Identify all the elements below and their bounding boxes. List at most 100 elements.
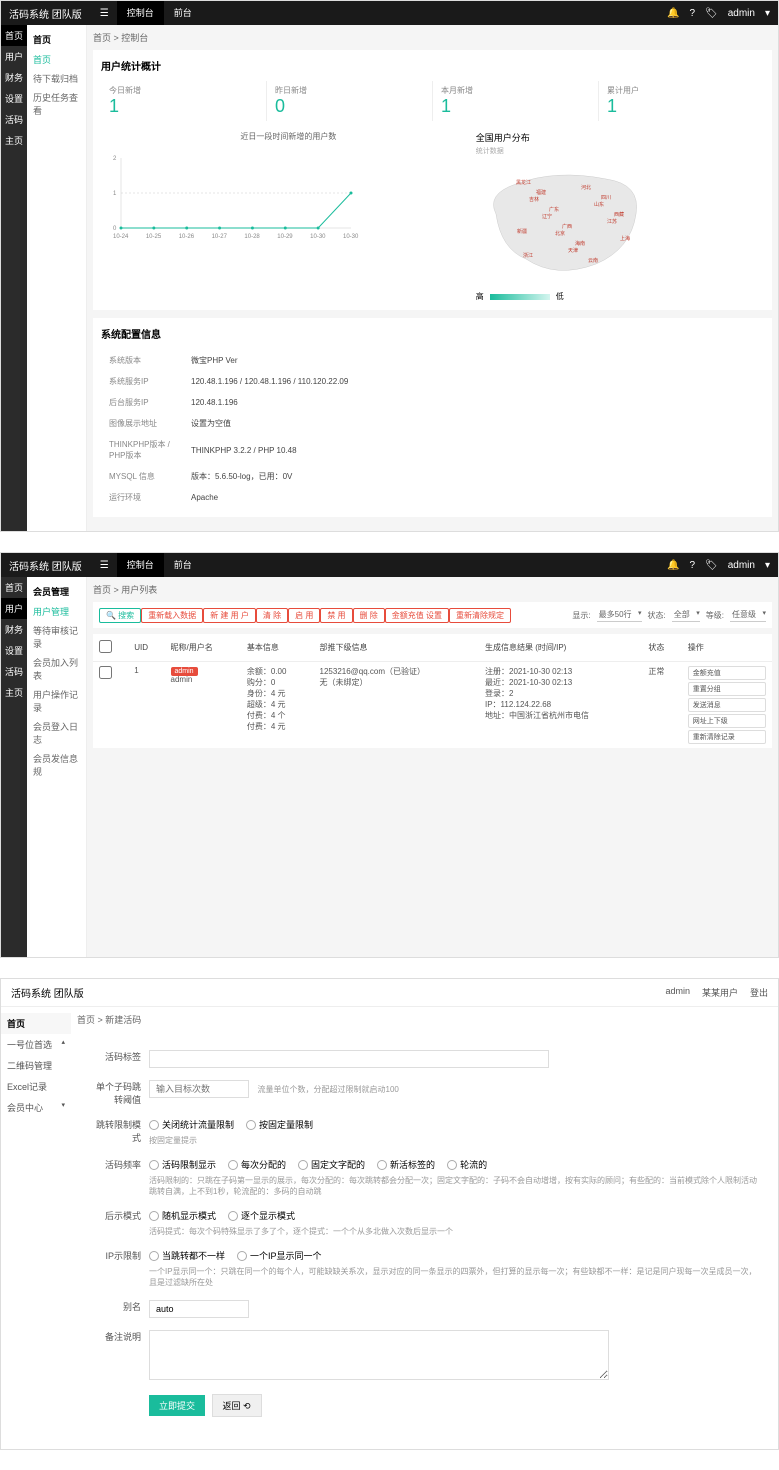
cancel-button[interactable]: 返回 ⟲ [212,1394,262,1417]
subnav-item[interactable]: 用户管理 [27,602,86,621]
radio-option[interactable]: 活码限制显示 [149,1158,216,1171]
nav-user[interactable]: 用户 [1,598,27,619]
sysinfo-val: THINKPHP 3.2.2 / PHP 10.48 [185,435,762,465]
chevron-down-icon[interactable]: ▾ [765,8,770,19]
toolbar-button[interactable]: 🔍 搜索 [99,608,141,623]
sidenav-item[interactable]: 二维码管理 [1,1055,71,1076]
toolbar-button[interactable]: 重新清除规定 [449,608,511,623]
sysinfo-key: 系统版本 [103,351,183,370]
row-action[interactable]: 重新清除记录 [688,730,766,744]
toolbar-button[interactable]: 删 除 [353,608,385,623]
main-nav: 首页 用户 财务 设置 活码 主页 [1,577,27,957]
radio-option[interactable]: 关闭统计流量限制 [149,1118,234,1131]
toolbar-button[interactable]: 禁 用 [320,608,352,623]
tag-icon[interactable]: 🏷 [705,560,718,571]
toolbar-button[interactable]: 金额充值 设置 [385,608,449,623]
nav-user[interactable]: 用户 [1,46,27,67]
subnav-item[interactable]: 会员发信息规 [27,749,86,781]
radio-icon [228,1160,238,1170]
column-header: 基本信息 [241,634,314,662]
toolbar: 🔍 搜索重新载入数据新 建 用 户清 除启 用禁 用删 除金额充值 设置重新清除… [93,602,772,628]
tab-front[interactable]: 前台 [164,553,202,577]
label-limit: 跳转限制模式 [89,1118,149,1144]
toolbar-button[interactable]: 清 除 [256,608,288,623]
user-menu[interactable]: admin [728,8,755,19]
tab-front[interactable]: 前台 [164,1,202,25]
radio-option[interactable]: 当跳转都不一样 [149,1249,225,1262]
chevron-down-icon[interactable]: ▾ [765,560,770,571]
svg-text:10-28: 10-28 [244,234,260,240]
radio-option[interactable]: 固定文字配的 [298,1158,365,1171]
radio-option[interactable]: 按固定量限制 [246,1118,313,1131]
hamburger-icon[interactable]: ☰ [100,8,109,19]
sidenav-item[interactable]: 会员中心▾ [1,1097,71,1118]
tag-icon[interactable]: 🏷 [705,8,718,19]
nav-settings[interactable]: 设置 [1,640,27,661]
sidenav-item[interactable]: Excel记录 [1,1076,71,1097]
toolbar-button[interactable]: 启 用 [288,608,320,623]
line-chart-svg: 0 1 2 10-2410-2510-2610-2710-2810-2910-3… [101,148,361,248]
row-checkbox[interactable] [99,666,112,679]
nav-finance[interactable]: 财务 [1,619,27,640]
row-action[interactable]: 金额充值 [688,666,766,680]
top-link-logout[interactable]: 登出 [750,986,768,999]
row-action[interactable]: 发送消息 [688,698,766,712]
help-icon[interactable]: ? [689,8,695,19]
radio-option[interactable]: 随机显示模式 [149,1209,216,1222]
toolbar-button[interactable]: 重新载入数据 [141,608,203,623]
checkbox-all[interactable] [99,640,112,653]
nav-livecode[interactable]: 活码 [1,661,27,682]
input-alias[interactable] [149,1300,249,1318]
radio-icon [228,1211,238,1221]
radio-option[interactable]: 每次分配的 [228,1158,286,1171]
sysinfo-table: 系统版本微宝PHP Ver系统服务IP120.48.1.196 / 120.48… [101,349,764,509]
help-icon[interactable]: ? [689,560,695,571]
user-menu[interactable]: admin [728,560,755,571]
sysinfo-key: 运行环境 [103,488,183,507]
tab-console[interactable]: 控制台 [117,1,164,25]
label-name: 活码标签 [89,1050,149,1063]
tab-console[interactable]: 控制台 [117,553,164,577]
nav-home[interactable]: 首页 [1,577,27,598]
nav-main[interactable]: 主页 [1,130,27,151]
subnav-item[interactable]: 待下载归档 [27,69,86,88]
radio-icon [447,1160,457,1170]
filter-vip-select[interactable]: 任意级 [730,608,766,622]
filter-status-select[interactable]: 全部 [672,608,700,622]
input-name[interactable] [149,1050,549,1068]
subnav-item[interactable]: 会员加入列表 [27,653,86,685]
stat-yesterday: 昨日新增 0 [267,81,433,121]
bell-icon[interactable]: 🔔 [667,8,679,19]
row-action[interactable]: 重置分组 [688,682,766,696]
nav-livecode[interactable]: 活码 [1,109,27,130]
subnav-item[interactable]: 历史任务查看 [27,88,86,120]
stat-value: 0 [275,96,424,117]
cell-basic: 余额：0.00购分：0身份：4 元超级：4 元付费：4 个付费：4 元 [241,662,314,749]
input-threshold[interactable] [149,1080,249,1098]
submit-button[interactable]: 立即提交 [149,1395,205,1416]
subnav-item[interactable]: 用户操作记录 [27,685,86,717]
stat-label: 今日新增 [109,85,258,96]
row-action[interactable]: 网址上下级 [688,714,766,728]
bell-icon[interactable]: 🔔 [667,560,679,571]
radio-option[interactable]: 逐个显示模式 [228,1209,295,1222]
radio-option[interactable]: 新活标签的 [377,1158,435,1171]
top-link-admin[interactable]: admin [665,986,690,999]
filter-show-select[interactable]: 最多50行 [597,608,642,622]
svg-text:上海: 上海 [620,235,630,242]
hamburger-icon[interactable]: ☰ [100,560,109,571]
legend-gradient [490,294,550,300]
top-link-user[interactable]: 某某用户 [702,986,738,999]
nav-home[interactable]: 首页 [1,25,27,46]
nav-finance[interactable]: 财务 [1,67,27,88]
subnav-item[interactable]: 首页 [27,50,86,69]
toolbar-button[interactable]: 新 建 用 户 [203,608,256,623]
subnav-item[interactable]: 会员登入日志 [27,717,86,749]
nav-main[interactable]: 主页 [1,682,27,703]
radio-option[interactable]: 轮流的 [447,1158,487,1171]
nav-settings[interactable]: 设置 [1,88,27,109]
subnav-item[interactable]: 等待审核记录 [27,621,86,653]
sidenav-item[interactable]: 一号位首选▴ [1,1034,71,1055]
radio-option[interactable]: 一个IP显示同一个 [237,1249,322,1262]
textarea-remark[interactable] [149,1330,609,1380]
